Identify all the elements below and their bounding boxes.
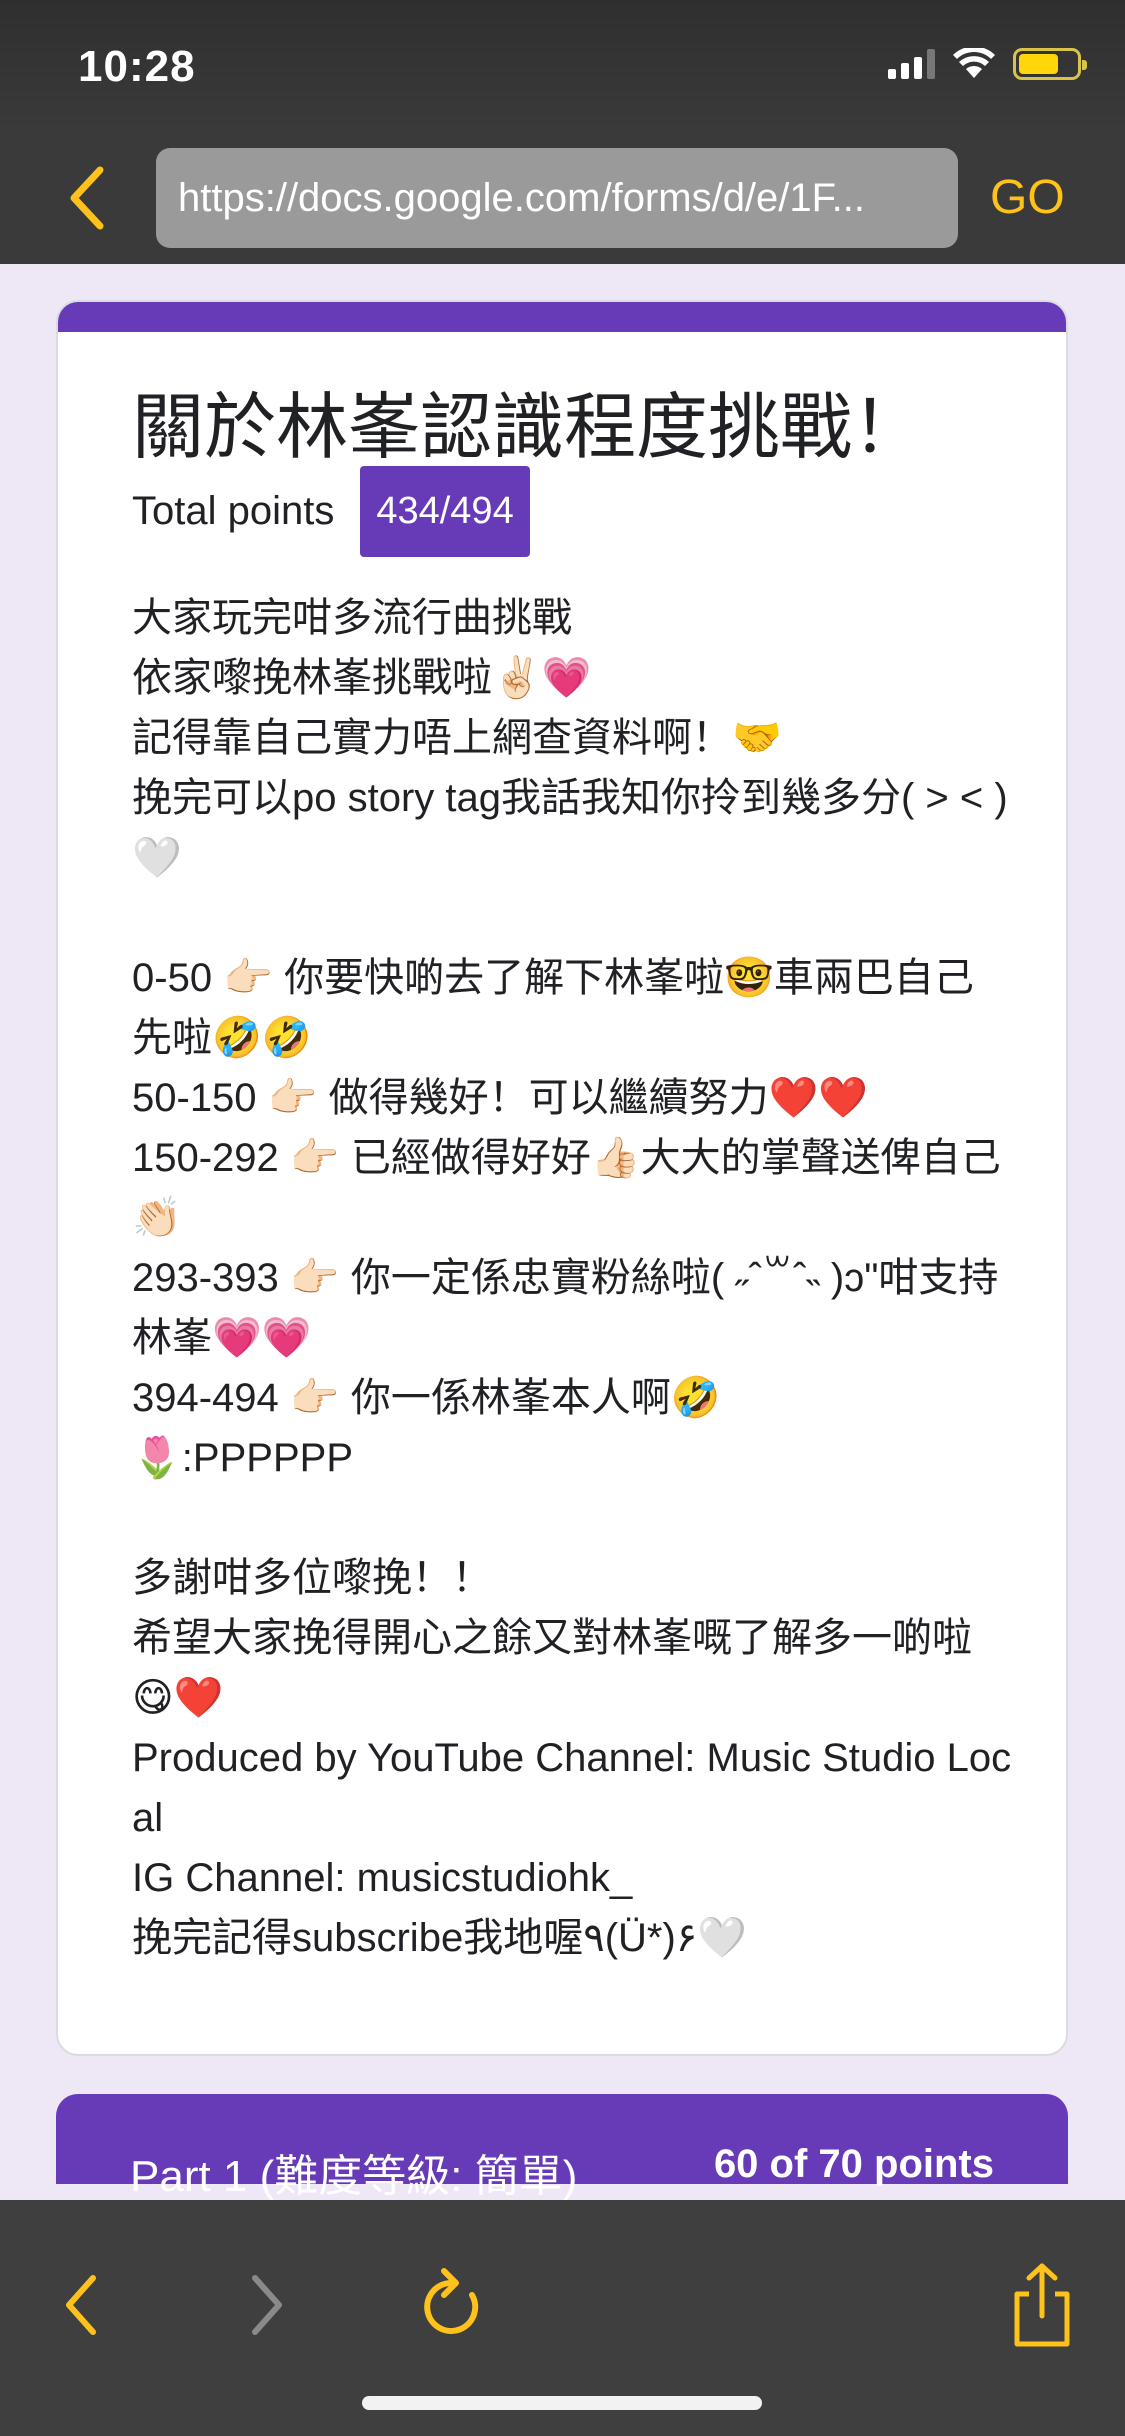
back-icon — [66, 2275, 96, 2335]
description-line: 🌷:PPPPPP — [132, 1436, 353, 1480]
url-field[interactable]: https://docs.google.com/forms/d/e/1F... — [156, 148, 958, 248]
total-points-label: Total points — [132, 489, 335, 533]
share-icon — [1014, 2263, 1070, 2347]
description-line: IG Channel: musicstudiohk_ — [132, 1856, 633, 1900]
browser-nav-bar: https://docs.google.com/forms/d/e/1F... … — [0, 132, 1125, 264]
status-bar: 10:28 — [0, 0, 1125, 132]
status-time: 10:28 — [78, 42, 196, 91]
share-button[interactable] — [1002, 2260, 1082, 2350]
cellular-signal-icon — [888, 49, 935, 79]
description-line — [132, 888, 1012, 948]
section-header-part-1: Part 1 (難度等級: 簡單) 60 of 70 points — [56, 2094, 1068, 2201]
total-points-row: Total points 434/494 — [132, 466, 530, 557]
description-line: 大家玩完咁多流行曲挑戰 — [132, 596, 572, 640]
theme-stripe — [58, 302, 1066, 332]
battery-icon — [1013, 48, 1087, 80]
description-line — [132, 1488, 1012, 1548]
description-line: 挽完可以po story tag我話我知你拎到幾多分( > < )🤍 — [132, 776, 1008, 880]
forward-button[interactable] — [226, 2260, 306, 2350]
description-line: 記得靠自己實力唔上網查資料啊！🤝 — [132, 716, 782, 760]
description-line: 0-50 👉🏻 你要快啲去了解下林峯啦🤓車兩巴自己先啦🤣🤣 — [132, 956, 974, 1060]
description-line: 394-494 👉🏻 你一係林峯本人啊🤣 — [132, 1376, 721, 1420]
reload-icon — [424, 2268, 479, 2334]
description-line: Produced by YouTube Channel: Music Studi… — [132, 1736, 1012, 1840]
description-line: 50-150 👉🏻 做得幾好！可以繼續努力❤️❤️ — [132, 1076, 869, 1120]
form-title: 關於林峯認識程度挑戰！ — [132, 388, 925, 468]
description-line: 293-393 👉🏻 你一定係忠實粉絲啦( ˶ˆ꒳ˆ˵ )ↄ"咁支持林峯💗💗 — [132, 1256, 999, 1360]
back-button[interactable] — [42, 2260, 122, 2350]
form-description: 大家玩完咁多流行曲挑戰 依家嚟挽林峯挑戰啦✌🏻💗 記得靠自己實力唔上網查資料啊！… — [132, 588, 1012, 1968]
form-header-card: 關於林峯認識程度挑戰！ Total points 434/494 大家玩完咁多流… — [56, 300, 1068, 2056]
description-line: 150-292 👉🏻 已經做得好好👍🏻大大的掌聲送俾自己👏🏻 — [132, 1136, 1001, 1240]
description-line: 多謝咁多位嚟挽！！ — [132, 1556, 492, 1600]
section-points: 60 of 70 points — [713, 2142, 994, 2186]
home-indicator — [362, 2396, 762, 2410]
chevron-left-icon — [70, 166, 104, 230]
section-title: Part 1 (難度等級: 簡單) — [130, 2152, 578, 2201]
total-points-badge: 434/494 — [360, 466, 530, 557]
forward-icon — [252, 2275, 282, 2335]
description-line: 希望大家挽得開心之餘又對林峯嘅了解多一啲啦😋❤️ — [132, 1616, 972, 1720]
description-line: 挽完記得subscribe我地喔٩(Ü*)۶🤍 — [132, 1916, 748, 1960]
wifi-icon — [953, 48, 995, 78]
go-button[interactable]: GO — [990, 162, 1065, 234]
status-icons — [888, 48, 1087, 80]
description-line: 依家嚟挽林峯挑戰啦✌🏻💗 — [132, 656, 592, 700]
url-back-button[interactable] — [62, 162, 118, 234]
reload-button[interactable] — [412, 2260, 492, 2350]
